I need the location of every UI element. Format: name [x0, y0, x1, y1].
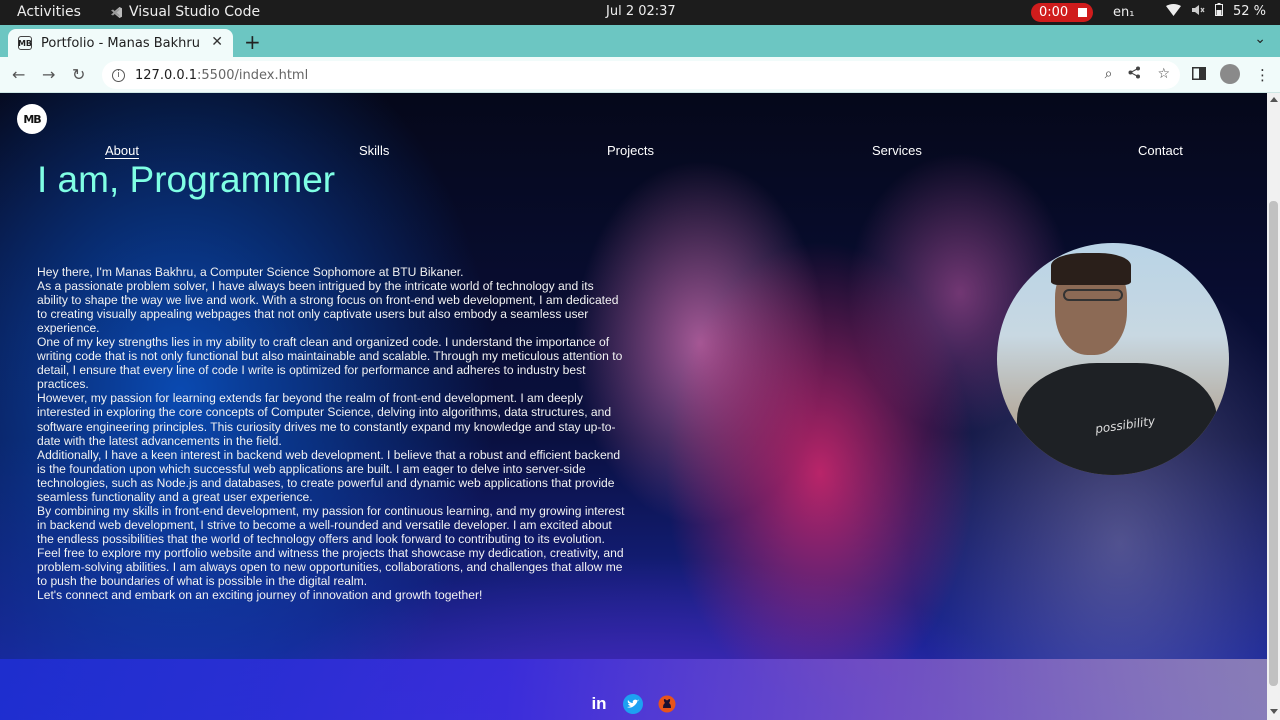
about-bio: Hey there, I'm Manas Bakhru, a Computer …: [37, 265, 627, 602]
url-path: :5500/index.html: [197, 67, 309, 83]
nav-skills[interactable]: Skills: [359, 143, 389, 158]
keyboard-language[interactable]: en₁: [1113, 5, 1134, 20]
site-logo[interactable]: MB: [17, 104, 47, 134]
active-app-menu[interactable]: Visual Studio Code: [110, 4, 260, 20]
address-bar[interactable]: i 127.0.0.1:5500/index.html ⌕ ☆: [102, 61, 1180, 89]
vscode-icon: [110, 6, 123, 19]
url-host: 127.0.0.1: [135, 67, 198, 83]
portrait-hair: [1051, 253, 1131, 285]
bio-paragraph: By combining my skills in front-end deve…: [37, 503, 625, 546]
bio-paragraph: One of my key strengths lies in my abili…: [37, 335, 623, 392]
profile-avatar[interactable]: [1220, 64, 1240, 84]
bio-paragraph: Hey there, I'm Manas Bakhru, a Computer …: [37, 265, 464, 279]
tab-title: Portfolio - Manas Bakhru: [41, 35, 200, 51]
tab-search-chevron-icon[interactable]: ⌄: [1254, 31, 1266, 47]
activities-button[interactable]: Activities: [17, 4, 81, 20]
new-tab-button[interactable]: +: [244, 30, 261, 54]
side-panel-icon[interactable]: [1192, 66, 1206, 84]
screen-recording-indicator[interactable]: 0:00: [1031, 3, 1093, 22]
recording-time: 0:00: [1039, 5, 1069, 20]
bio-paragraph: Let's connect and embark on an exciting …: [37, 588, 483, 603]
portrait-glasses: [1063, 289, 1123, 301]
battery-icon: [1215, 3, 1223, 20]
system-tray[interactable]: 52 %: [1166, 3, 1266, 20]
linkedin-icon[interactable]: in: [589, 694, 609, 714]
favicon-icon: MB: [18, 36, 32, 50]
nav-projects[interactable]: Projects: [607, 143, 654, 158]
twitter-icon[interactable]: [623, 694, 643, 714]
active-app-name: Visual Studio Code: [129, 4, 261, 20]
wifi-icon: [1166, 3, 1181, 20]
bio-paragraph: As a passionate problem solver, I have a…: [37, 279, 619, 336]
page-scrollbar[interactable]: [1267, 93, 1280, 720]
scroll-up-arrow-icon[interactable]: [1270, 97, 1278, 102]
browser-tab-strip: MB Portfolio - Manas Bakhru ✕: [0, 25, 1280, 57]
site-info-icon[interactable]: i: [112, 68, 125, 82]
kebab-menu-icon[interactable]: ⋮: [1255, 66, 1270, 84]
page-viewport: MB About Skills Projects Services Contac…: [0, 93, 1267, 720]
browser-toolbar: ← → ↻ i 127.0.0.1:5500/index.html ⌕ ☆ ⋮: [0, 57, 1280, 93]
profile-photo: possibility: [997, 243, 1229, 475]
github-icon[interactable]: [657, 694, 677, 714]
browser-tab-portfolio[interactable]: MB Portfolio - Manas Bakhru ✕: [8, 29, 233, 57]
zoom-icon[interactable]: ⌕: [1105, 66, 1113, 83]
reload-icon[interactable]: ↻: [72, 65, 85, 84]
scrollbar-thumb[interactable]: [1269, 201, 1278, 686]
nav-contact[interactable]: Contact: [1138, 143, 1183, 158]
bio-paragraph: Additionally, I have a keen interest in …: [37, 447, 621, 504]
bio-paragraph: Feel free to explore my portfolio websit…: [37, 545, 624, 589]
bio-paragraph: However, my passion for learning extends…: [37, 391, 616, 448]
clock[interactable]: Jul 2 02:37: [606, 4, 676, 19]
os-top-bar: Activities Visual Studio Code Jul 2 02:3…: [0, 0, 1280, 25]
share-icon[interactable]: [1128, 66, 1141, 83]
battery-percent: 52 %: [1233, 4, 1267, 19]
back-arrow-icon[interactable]: ←: [12, 65, 25, 84]
scroll-down-arrow-icon[interactable]: [1270, 709, 1278, 714]
nav-services[interactable]: Services: [872, 143, 922, 158]
tab-close-icon[interactable]: ✕: [211, 34, 223, 50]
nav-about[interactable]: About: [105, 143, 139, 158]
stop-icon: [1078, 8, 1088, 17]
volume-muted-icon: [1191, 4, 1205, 20]
bookmark-star-icon[interactable]: ☆: [1157, 66, 1170, 83]
forward-arrow-icon[interactable]: →: [42, 65, 55, 84]
hero-title: I am, Programmer: [37, 159, 336, 200]
